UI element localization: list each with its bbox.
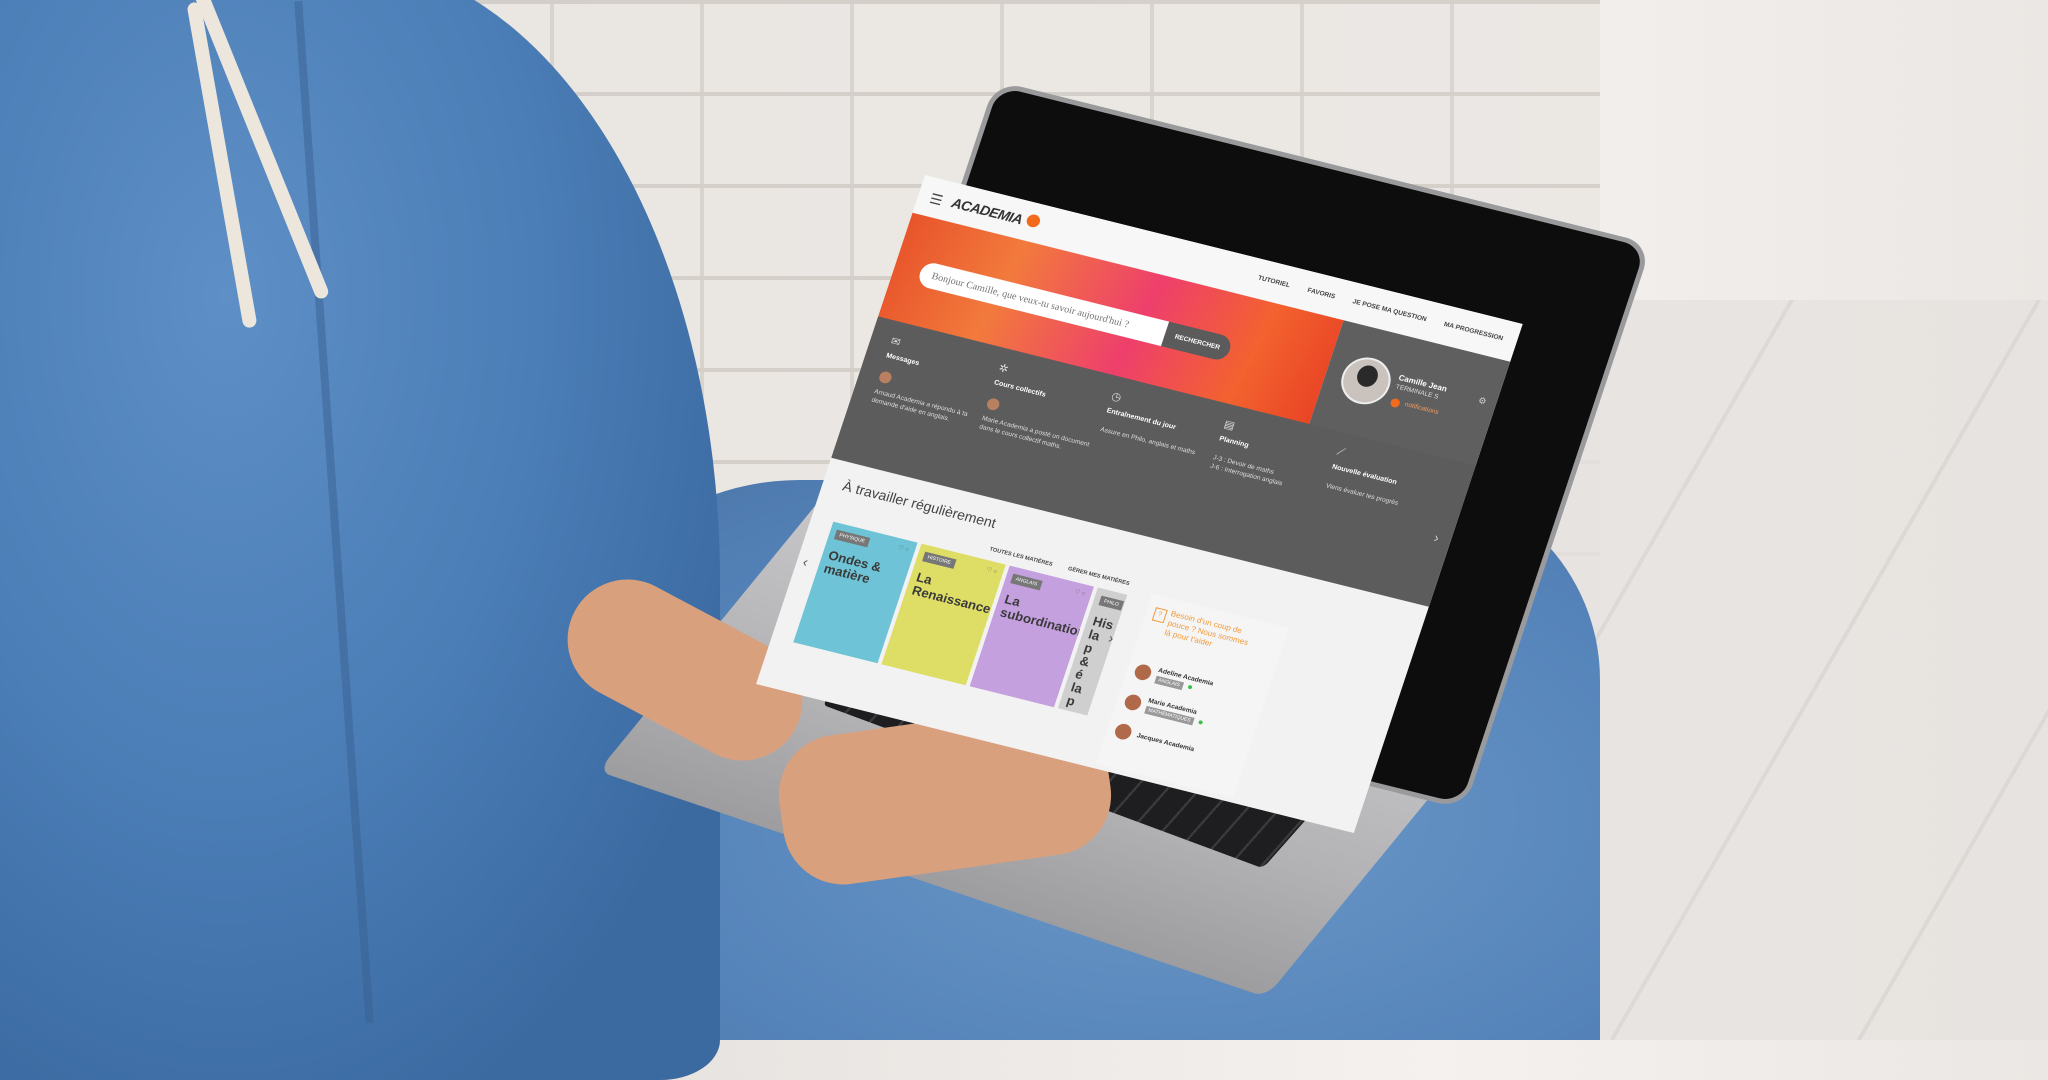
widget-entrainement[interactable]: ◷ Entraînement du jour Assure en Philo, … [1099, 389, 1221, 460]
avatar [877, 370, 894, 385]
search-input[interactable] [916, 260, 1170, 347]
widget-planning[interactable]: ▤ Planning J-3 : Devoir de maths J-6 : I… [1209, 418, 1334, 498]
card-title: La subordination [998, 591, 1088, 641]
gear-icon[interactable]: ⚙ [1477, 395, 1488, 407]
help-text: Besoin d'un coup de pouce ? Nous sommes … [1163, 609, 1250, 649]
notifications-link[interactable]: notifications [1404, 401, 1440, 416]
nav-favoris[interactable]: FAVORIS [1306, 287, 1336, 300]
avatar [1132, 662, 1154, 682]
avatar [985, 397, 1001, 412]
help-panel: ? Besoin d'un coup de pouce ? Nous somme… [1095, 593, 1290, 798]
logo-badge-icon [1024, 213, 1042, 229]
online-status-icon [1187, 684, 1193, 690]
subject-tag: HISTOIRE [922, 551, 957, 569]
widget-evaluation[interactable]: ⟋ Nouvelle évaluation Viens évaluer tes … [1324, 446, 1446, 517]
subject-tag: PHYSIQUE [833, 529, 871, 548]
search-button[interactable]: RECHERCHER [1161, 321, 1234, 363]
nav-progression[interactable]: MA PROGRESSION [1443, 321, 1504, 342]
nav-tutoriel[interactable]: TUTORIEL [1257, 275, 1291, 290]
card-title: La Renaissance [910, 569, 993, 617]
widget-text: Marie Academia a posté un document dans … [978, 415, 1091, 451]
chevron-right-icon[interactable]: › [1432, 529, 1442, 545]
card-actions-icon[interactable]: ♡ ○ [897, 544, 910, 553]
widget-text: Arnaud Academia a répondu à ta demande d… [870, 388, 969, 423]
nav-ask-question[interactable]: JE POSE MA QUESTION [1352, 298, 1428, 323]
tutor-item[interactable]: Marie Academia MATHÉMATIQUES [1122, 692, 1207, 728]
notification-icon[interactable] [1389, 397, 1402, 409]
widget-cours-collectifs[interactable]: ✲ Cours collectifs Marie Academia a post… [978, 361, 1109, 458]
hamburger-icon[interactable]: ☰ [927, 190, 945, 209]
online-status-icon [1198, 720, 1204, 725]
question-icon: ? [1151, 607, 1168, 624]
subject-tag: ANGLAIS [1010, 573, 1043, 591]
card-actions-icon[interactable]: ♡ ○ [985, 566, 998, 575]
tutor-name: Jacques Academia [1135, 731, 1196, 753]
avatar [1122, 692, 1144, 712]
avatar[interactable] [1334, 352, 1397, 410]
card-actions-icon[interactable]: ♡ ○ [1074, 588, 1087, 597]
tutor-item[interactable]: Jacques Academia [1112, 722, 1197, 757]
chevron-left-icon[interactable]: ‹ [801, 554, 811, 570]
subject-tag: PHILO [1098, 595, 1125, 611]
card-title: Ondes & matière [821, 547, 884, 587]
tutor-item[interactable]: Adeline Academia ANGLAIS [1132, 662, 1214, 697]
avatar [1112, 722, 1134, 742]
app-logo[interactable]: ACADEMIA [950, 195, 1025, 228]
